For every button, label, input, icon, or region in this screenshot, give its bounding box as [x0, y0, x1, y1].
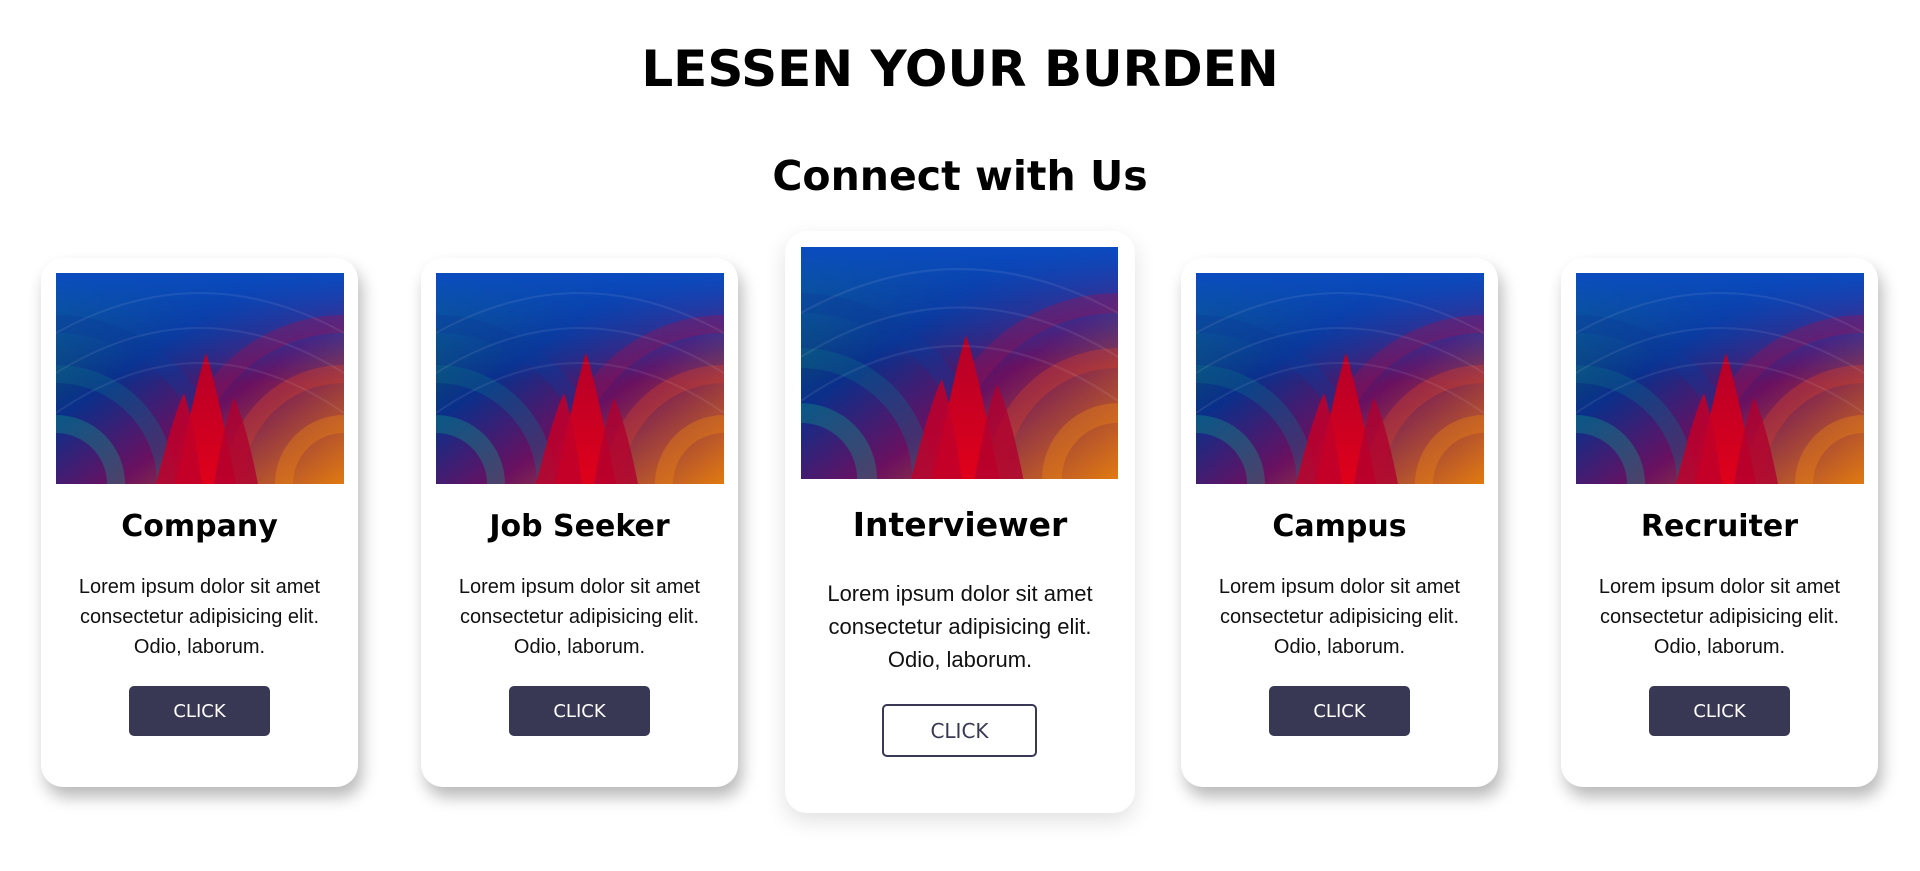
abstract-gradient-image: [801, 247, 1118, 479]
page-headline: LESSEN YOUR BURDEN: [641, 40, 1279, 98]
abstract-gradient-image: [56, 273, 344, 484]
card-job-seeker: Job Seeker Lorem ipsum dolor sit amet co…: [421, 258, 738, 787]
card-campus: Campus Lorem ipsum dolor sit amet consec…: [1181, 258, 1498, 787]
card-title: Campus: [1272, 509, 1407, 544]
click-button[interactable]: CLICK: [1269, 686, 1410, 736]
card-title: Company: [121, 509, 278, 544]
click-button[interactable]: CLICK: [509, 686, 650, 736]
card-title: Recruiter: [1640, 509, 1799, 544]
card-image: [436, 273, 724, 484]
abstract-gradient-image: [436, 273, 724, 484]
card-description: Lorem ipsum dolor sit amet consectetur a…: [458, 576, 701, 658]
card-description: Lorem ipsum dolor sit amet consectetur a…: [827, 581, 1093, 672]
card-description: Lorem ipsum dolor sit amet consectetur a…: [1598, 576, 1841, 658]
card-title: Interviewer: [852, 505, 1068, 544]
card-image: [1196, 273, 1484, 484]
card-image: [1576, 273, 1864, 484]
card-title: Job Seeker: [489, 509, 670, 544]
card-recruiter: Recruiter Lorem ipsum dolor sit amet con…: [1561, 258, 1878, 787]
card-image: [801, 247, 1118, 479]
card-interviewer: Interviewer Lorem ipsum dolor sit amet c…: [785, 231, 1135, 813]
card-company: Company Lorem ipsum dolor sit amet conse…: [41, 258, 358, 787]
card-description: Lorem ipsum dolor sit amet consectetur a…: [78, 576, 321, 658]
card-image: [56, 273, 344, 484]
card-description: Lorem ipsum dolor sit amet consectetur a…: [1218, 576, 1461, 658]
click-button[interactable]: CLICK: [129, 686, 270, 736]
abstract-gradient-image: [1196, 273, 1484, 484]
click-button[interactable]: CLICK: [1649, 686, 1790, 736]
section-heading: Connect with Us: [772, 152, 1148, 200]
click-button[interactable]: CLICK: [882, 704, 1037, 757]
abstract-gradient-image: [1576, 273, 1864, 484]
